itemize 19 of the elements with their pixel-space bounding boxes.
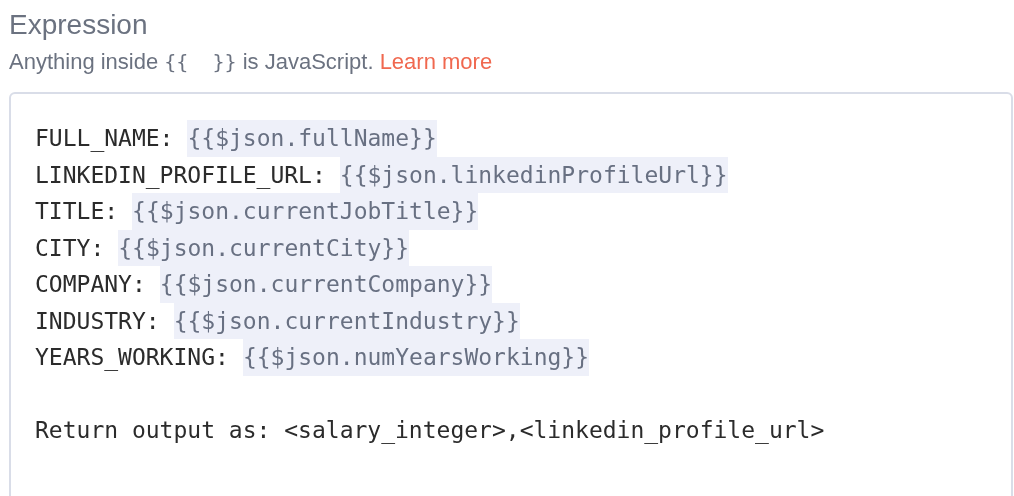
expression-token: {{$json.currentJobTitle}} (132, 193, 479, 230)
field-label: FULL_NAME: (35, 124, 174, 154)
field-label: TITLE: (35, 197, 119, 226)
field-label: YEARS_WORKING: (35, 343, 229, 373)
expression-token: {{$json.currentCompany}} (159, 266, 493, 303)
learn-more-link[interactable]: Learn more (379, 49, 493, 74)
expression-token: {{$json.currentCity}} (118, 229, 410, 266)
field-label: INDUSTRY: (35, 306, 160, 336)
expression-token: {{$json.currentIndustry}} (173, 302, 520, 339)
field-label: LINKEDIN_PROFILE_URL: (35, 160, 326, 191)
expression-token: {{$json.fullName}} (187, 120, 437, 157)
expression-token: {{$json.linkedinProfileUrl}} (339, 156, 728, 193)
section-title: Expression (9, 8, 148, 42)
expression-editor[interactable] (9, 92, 1013, 496)
instruction-text: Return output as: <salary_integer>,<linkedin_profile_url> (35, 416, 825, 446)
expression-token: {{$json.numYearsWorking}} (242, 339, 590, 376)
description-text: Anything inside {{ }} is JavaScript. Learn more (9, 48, 493, 76)
field-label: CITY: (35, 233, 105, 263)
field-label: COMPANY: (35, 270, 146, 299)
